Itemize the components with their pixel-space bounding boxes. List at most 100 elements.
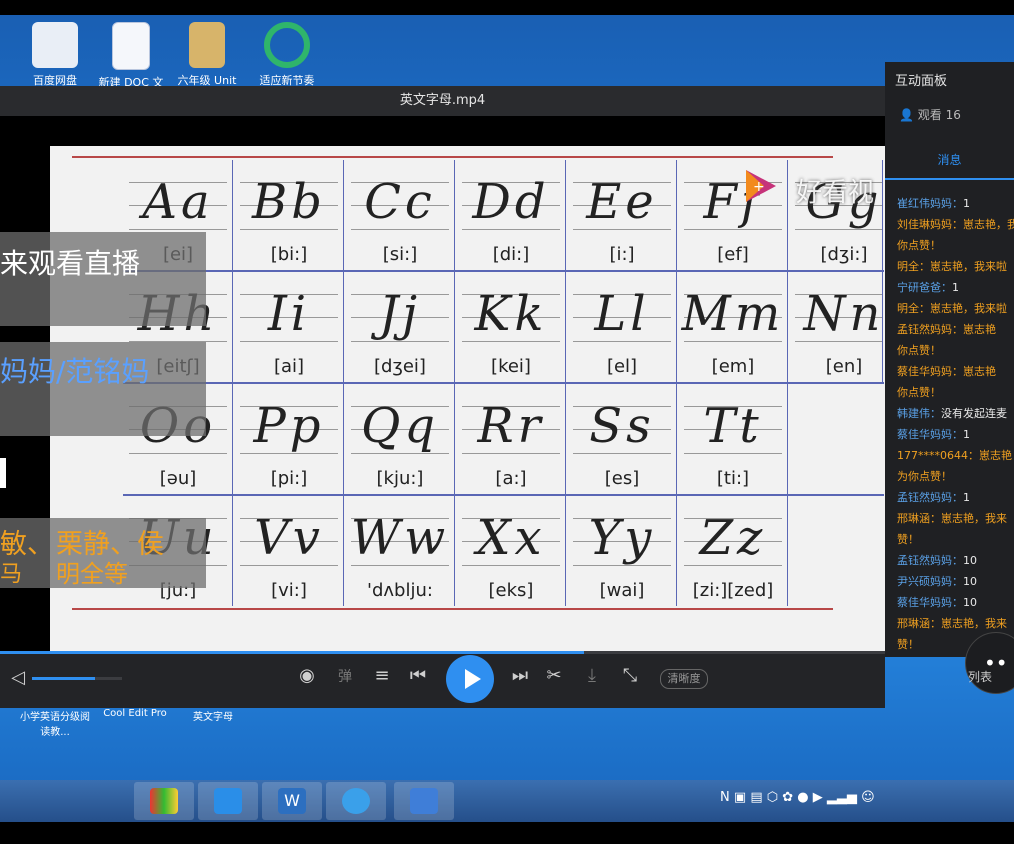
chat-message-author: 177****0644：	[897, 449, 979, 462]
cloud-icon	[32, 22, 78, 68]
overlay-box-3: 敏、 栗静、侯 马 明全等	[0, 518, 206, 588]
letter-pair: Bb	[252, 174, 326, 230]
desktop-icon-new-doc[interactable]: 新建 DOC 文	[96, 22, 166, 90]
play-button[interactable]	[446, 655, 494, 703]
equalizer-icon[interactable]: ≡	[370, 661, 394, 691]
volume-icon[interactable]: ◁	[6, 663, 30, 693]
phonetic-label: [en]	[825, 356, 863, 377]
chat-message: 韩建伟：没有发起连麦	[885, 403, 1014, 424]
tab-messages[interactable]: 消息	[885, 142, 1014, 180]
watermark-text: 好看视	[796, 178, 875, 208]
tray-icon-monitor: ▣	[733, 790, 747, 805]
letter-pair: Zz	[699, 510, 767, 566]
recorder-icon	[410, 788, 438, 814]
chat-message-author: 邢琳涵：	[897, 617, 941, 630]
letter-cell: Qq [kju:]	[345, 384, 455, 494]
chat-message-text: 赞！	[897, 533, 919, 546]
grid-top-line	[72, 156, 833, 158]
overlay-text-line4a: 马	[0, 562, 23, 587]
chat-message-text: 你点赞！	[897, 239, 941, 252]
download-icon[interactable]: ⤓	[580, 661, 604, 691]
chat-message-author: 宁研爸爸：	[897, 281, 952, 294]
chat-message-text: 10	[963, 596, 977, 609]
phonetic-label: [el]	[606, 356, 638, 377]
taskbar-app-5[interactable]	[394, 782, 454, 820]
letter-pair: Vv	[254, 510, 324, 566]
desktop-icon-reading[interactable]: 小学英语分级阅读教...	[20, 708, 90, 738]
taskbar-app-2[interactable]	[198, 782, 258, 820]
fullscreen-icon[interactable]: ⤡	[618, 661, 642, 691]
taskbar-app-4[interactable]	[326, 782, 386, 820]
phonetic-label: [em]	[711, 356, 755, 377]
phonetic-label: [ti:]	[716, 468, 750, 489]
taskbar-app-1[interactable]	[134, 782, 194, 820]
phonetic-label: [a:]	[495, 468, 527, 489]
chat-message: 宁研爸爸：1	[885, 277, 1014, 298]
chat-message: 崔红伟妈妈：1	[885, 193, 1014, 214]
chat-message-text: 为你点赞！	[897, 470, 952, 483]
video-area[interactable]: Aa [ei] Bb [bi:] Cc [si:] Dd [di:] Ee	[0, 116, 885, 651]
list-button[interactable]: 列表	[968, 668, 992, 685]
desktop-icon-unit-folder[interactable]: 六年级 Unit	[172, 22, 242, 88]
letter-cell: Bb [bi:]	[234, 160, 344, 270]
svg-text:+: +	[753, 179, 765, 195]
letter-cell: Ii [ai]	[234, 272, 344, 382]
letter-cell: Cc [si:]	[345, 160, 455, 270]
chat-message-author: 蔡佳华妈妈：	[897, 365, 963, 378]
chat-message-author: 蔡佳华妈妈：	[897, 596, 963, 609]
taskbar: W N ▣ ▤ ⬡ ✿ ● ▶ ▂▃▅ ☺	[0, 780, 1014, 822]
desktop-icon-cooledit[interactable]: Cool Edit Pro	[100, 708, 170, 719]
desktop-icon-baidu-netdisk[interactable]: 百度网盘	[20, 22, 90, 88]
message-list[interactable]: 崔红伟妈妈：1刘佳琳妈妈：崽志艳，我来啦你点赞！明全：崽志艳，我来啦宁研爸爸：1…	[885, 193, 1014, 653]
chat-message: 你点赞！	[885, 235, 1014, 256]
letter-cell: Vv [vi:]	[234, 496, 344, 606]
previous-icon[interactable]: ⏮	[406, 661, 430, 691]
next-icon[interactable]: ⏭	[508, 661, 532, 691]
volume-slider[interactable]	[32, 677, 122, 680]
chat-message: 孟钰然妈妈：10	[885, 550, 1014, 571]
tray-icon-n: N	[720, 790, 730, 805]
letter-cell: Rr [a:]	[456, 384, 566, 494]
chat-message: 明全：崽志艳，我来啦	[885, 256, 1014, 277]
letter-pair: Ee	[586, 174, 658, 230]
overlay-text-line2: 妈妈/范铭妈	[0, 355, 150, 388]
phonetic-label: [zi:][zed]	[692, 580, 774, 601]
letter-pair: Jj	[378, 286, 422, 342]
desktop-icon-alphabet-video[interactable]: 英文字母	[178, 708, 248, 723]
progress-fill	[0, 651, 585, 654]
chat-message: 为你点赞！	[885, 466, 1014, 487]
letter-pair: Mm	[681, 286, 785, 342]
letter-cell: Yy [wai]	[567, 496, 677, 606]
chat-message-author: 孟钰然妈妈：	[897, 491, 963, 504]
phonetic-label: [eks]	[488, 580, 534, 601]
system-tray[interactable]: N ▣ ▤ ⬡ ✿ ● ▶ ▂▃▅ ☺	[720, 790, 875, 805]
phonetic-label: [kei]	[491, 356, 531, 377]
quality-button[interactable]: 清晰度	[660, 669, 708, 689]
letter-pair: Dd	[472, 174, 550, 230]
phonetic-label: [si:]	[382, 244, 418, 265]
viewer-count-text: 观看 16	[917, 108, 961, 122]
letter-cell: Nn [en]	[789, 272, 883, 382]
desktop-icon-app[interactable]: 适应新节奏	[252, 22, 322, 88]
progress-bar[interactable]	[0, 651, 885, 654]
taskbar-app-3[interactable]: W	[262, 782, 322, 820]
danmu-button[interactable]: 弹	[334, 662, 356, 692]
phonetic-label: [ai]	[273, 356, 305, 377]
letter-cell: Jj [dʒei]	[345, 272, 455, 382]
tray-icon-wechat: ●	[797, 790, 809, 805]
chat-message-text: 赞！	[897, 638, 919, 651]
eye-icon[interactable]: ◉	[294, 661, 320, 691]
desktop-icon-label: Cool Edit Pro	[103, 708, 167, 719]
play-logo-icon: +	[740, 166, 780, 206]
scissors-icon[interactable]: ✂	[542, 661, 566, 691]
letter-pair: Tt	[703, 398, 763, 454]
chat-message-text: 崽志艳，我来	[941, 512, 1007, 525]
chat-message-text: 没有发起连麦	[941, 407, 1007, 420]
panel-title: 互动面板	[895, 74, 948, 89]
chat-message: 蔡佳华妈妈：1	[885, 424, 1014, 445]
chat-message: 明全：崽志艳，我来啦	[885, 298, 1014, 319]
chat-message-text: 明全：崽志艳，我来啦	[897, 302, 1007, 315]
chat-message-text: 明全：崽志艳，我来啦	[897, 260, 1007, 273]
chat-message-author: 韩建伟：	[897, 407, 941, 420]
folder-icon	[189, 22, 225, 68]
